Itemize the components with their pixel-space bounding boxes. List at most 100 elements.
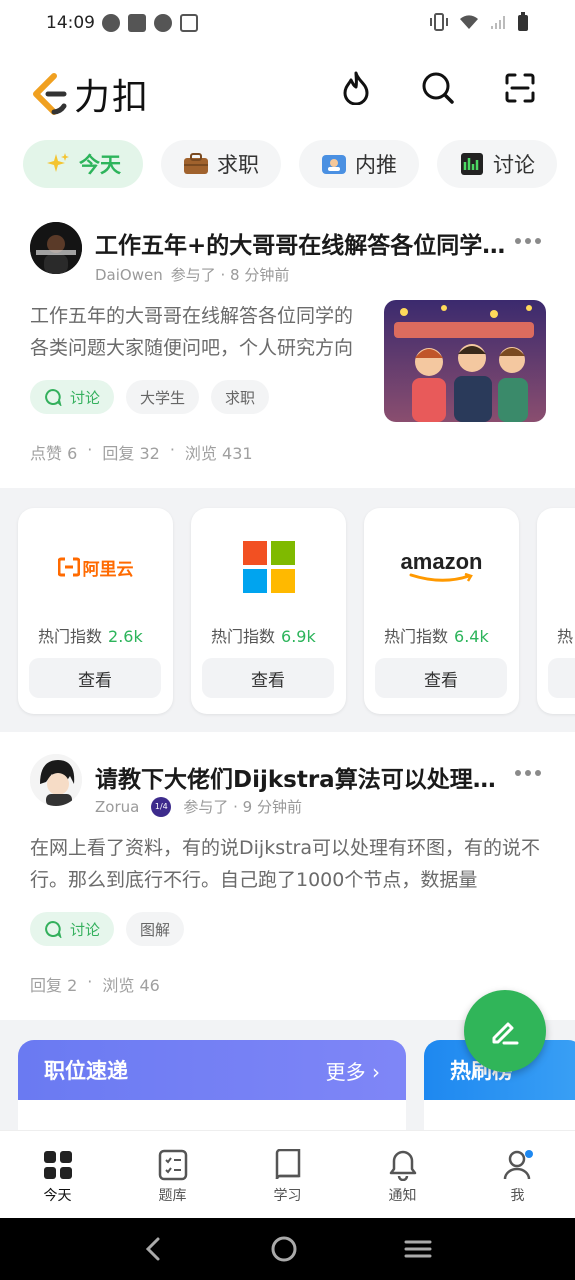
hot-index: 热 bbox=[557, 627, 574, 646]
avatar[interactable] bbox=[30, 222, 82, 274]
scan-icon bbox=[505, 73, 535, 103]
hot-index: 热门指数 6.4k bbox=[384, 627, 489, 646]
system-navigation-bar bbox=[0, 1218, 575, 1280]
post-stats: 点赞 6 · 回复 32 · 浏览 431 bbox=[30, 440, 253, 463]
post-time: 参与了 · 9 分钟前 bbox=[183, 798, 302, 816]
wifi-icon bbox=[460, 15, 478, 29]
company-card[interactable]: 阿里云 热门指数 2.6k 查看 bbox=[18, 508, 173, 714]
signal-icon bbox=[491, 16, 505, 29]
nav-label: 我 bbox=[510, 1188, 525, 1204]
category-tabs: 今天 求职 内推 讨论 bbox=[0, 140, 575, 190]
search-button[interactable] bbox=[420, 70, 456, 106]
views-count: 浏览 431 bbox=[184, 444, 253, 463]
post-excerpt: 工作五年的大哥哥在线解答各位同学的各类问题大家随便问吧，个人研究方向 bbox=[30, 305, 354, 359]
level-badge-icon: 1/4 bbox=[151, 796, 172, 817]
job-express-header: 职位速递 更多 › bbox=[18, 1040, 406, 1100]
recents-icon[interactable] bbox=[403, 1234, 433, 1264]
tag[interactable]: 大学生 bbox=[126, 380, 200, 414]
job-express-card[interactable]: 职位速递 更多 › bbox=[18, 1040, 406, 1140]
aliyun-logo-icon: 阿里云 bbox=[18, 538, 173, 596]
nav-today[interactable]: 今天 bbox=[0, 1131, 115, 1218]
nav-label: 题库 bbox=[158, 1188, 187, 1204]
post-tags: 讨论 大学生 求职 bbox=[30, 380, 270, 414]
app-header: 力扣 bbox=[0, 48, 575, 132]
view-button[interactable]: 查看 bbox=[202, 658, 334, 698]
post-time: 参与了 · 8 分钟前 bbox=[170, 266, 290, 284]
chat-bubble-icon bbox=[45, 388, 62, 406]
tab-label: 今天 bbox=[79, 153, 121, 177]
post-meta: DaiOwen 参与了 · 8 分钟前 bbox=[95, 264, 289, 285]
tag[interactable]: 图解 bbox=[126, 912, 185, 946]
bottom-navigation: 今天 题库 学习 通知 我 bbox=[0, 1130, 575, 1218]
status-bar: 14:09 bbox=[0, 0, 575, 48]
tab-jobs[interactable]: 求职 bbox=[161, 140, 281, 188]
search-icon bbox=[422, 72, 454, 104]
post-title[interactable]: 请教下大佬们Dijkstra算法可以处理有环图吗 bbox=[95, 760, 510, 794]
status-time: 14:09 bbox=[46, 13, 95, 33]
app-logo[interactable]: 力扣 bbox=[28, 68, 150, 120]
post-card[interactable]: 工作五年+的大哥哥在线解答各位同学的各类问题 DaiOwen 参与了 · 8 分… bbox=[0, 200, 575, 488]
sparkle-icon bbox=[45, 151, 71, 177]
tab-label: 讨论 bbox=[493, 153, 535, 177]
checklist-icon bbox=[157, 1149, 189, 1181]
author-name[interactable]: DaiOwen bbox=[95, 266, 163, 284]
nav-label: 学习 bbox=[273, 1188, 302, 1204]
views-count: 浏览 46 bbox=[102, 976, 160, 995]
status-notification-icons bbox=[102, 14, 198, 32]
tab-today[interactable]: 今天 bbox=[23, 140, 143, 188]
briefcase-icon bbox=[183, 151, 209, 177]
tag[interactable]: 求职 bbox=[211, 380, 270, 414]
scan-button[interactable] bbox=[502, 70, 538, 106]
tab-discuss[interactable]: 讨论 bbox=[437, 140, 557, 188]
nav-notifications[interactable]: 通知 bbox=[345, 1131, 460, 1218]
more-options-button[interactable] bbox=[515, 768, 541, 778]
status-system-icons bbox=[429, 12, 529, 32]
battery-icon bbox=[518, 12, 528, 31]
tab-label: 求职 bbox=[217, 153, 259, 177]
post-title[interactable]: 工作五年+的大哥哥在线解答各位同学的各类问题 bbox=[95, 226, 510, 260]
tag-discuss[interactable]: 讨论 bbox=[30, 380, 115, 414]
flame-icon bbox=[343, 71, 369, 105]
hot-index: 热门指数 2.6k bbox=[38, 627, 143, 646]
tab-label: 内推 bbox=[355, 153, 397, 177]
amazon-logo-icon: amazon bbox=[364, 538, 519, 596]
leetcode-logo-icon bbox=[33, 73, 67, 115]
view-button[interactable]: 查看 bbox=[375, 658, 507, 698]
post-card[interactable]: 请教下大佬们Dijkstra算法可以处理有环图吗 Zorua 1/4 参与了 ·… bbox=[0, 732, 575, 1020]
tag-discuss[interactable]: 讨论 bbox=[30, 912, 115, 946]
nav-learn[interactable]: 学习 bbox=[230, 1131, 345, 1218]
grid-icon bbox=[42, 1149, 74, 1181]
company-card[interactable]: amazon 热门指数 6.4k 查看 bbox=[364, 508, 519, 714]
hot-flame-button[interactable] bbox=[338, 70, 374, 106]
hot-index: 热门指数 6.9k bbox=[211, 627, 316, 646]
view-button[interactable]: 查看 bbox=[29, 658, 161, 698]
calendar-icon bbox=[180, 14, 198, 32]
nav-label: 通知 bbox=[388, 1188, 417, 1204]
tab-referral[interactable]: 内推 bbox=[299, 140, 419, 188]
home-icon[interactable] bbox=[269, 1234, 299, 1264]
post-tags: 讨论 图解 bbox=[30, 912, 185, 946]
job-express-title: 职位速递 bbox=[44, 1059, 128, 1083]
company-card[interactable]: 热 bbox=[537, 508, 575, 714]
app-notification-icon bbox=[128, 14, 146, 32]
book-icon bbox=[272, 1149, 304, 1181]
post-stats: 回复 2 · 浏览 46 bbox=[30, 972, 160, 995]
nav-profile[interactable]: 我 bbox=[460, 1131, 575, 1218]
avatar[interactable] bbox=[30, 754, 82, 806]
chart-icon bbox=[459, 151, 485, 177]
compose-button[interactable] bbox=[464, 990, 546, 1072]
speed-icon bbox=[102, 14, 120, 32]
app-logo-text: 力扣 bbox=[74, 77, 151, 118]
author-name[interactable]: Zorua bbox=[95, 798, 139, 816]
company-card[interactable]: 热门指数 6.9k 查看 bbox=[191, 508, 346, 714]
bell-icon bbox=[387, 1149, 419, 1181]
post-meta: Zorua 1/4 参与了 · 9 分钟前 bbox=[95, 796, 302, 817]
view-button[interactable] bbox=[548, 658, 575, 698]
chat-bubble-icon bbox=[45, 920, 62, 938]
replies-count: 回复 2 bbox=[30, 976, 78, 995]
back-icon[interactable] bbox=[142, 1234, 166, 1264]
nav-problems[interactable]: 题库 bbox=[115, 1131, 230, 1218]
more-options-button[interactable] bbox=[515, 236, 541, 246]
person-icon bbox=[502, 1149, 534, 1181]
more-link[interactable]: 更多 › bbox=[326, 1056, 380, 1085]
